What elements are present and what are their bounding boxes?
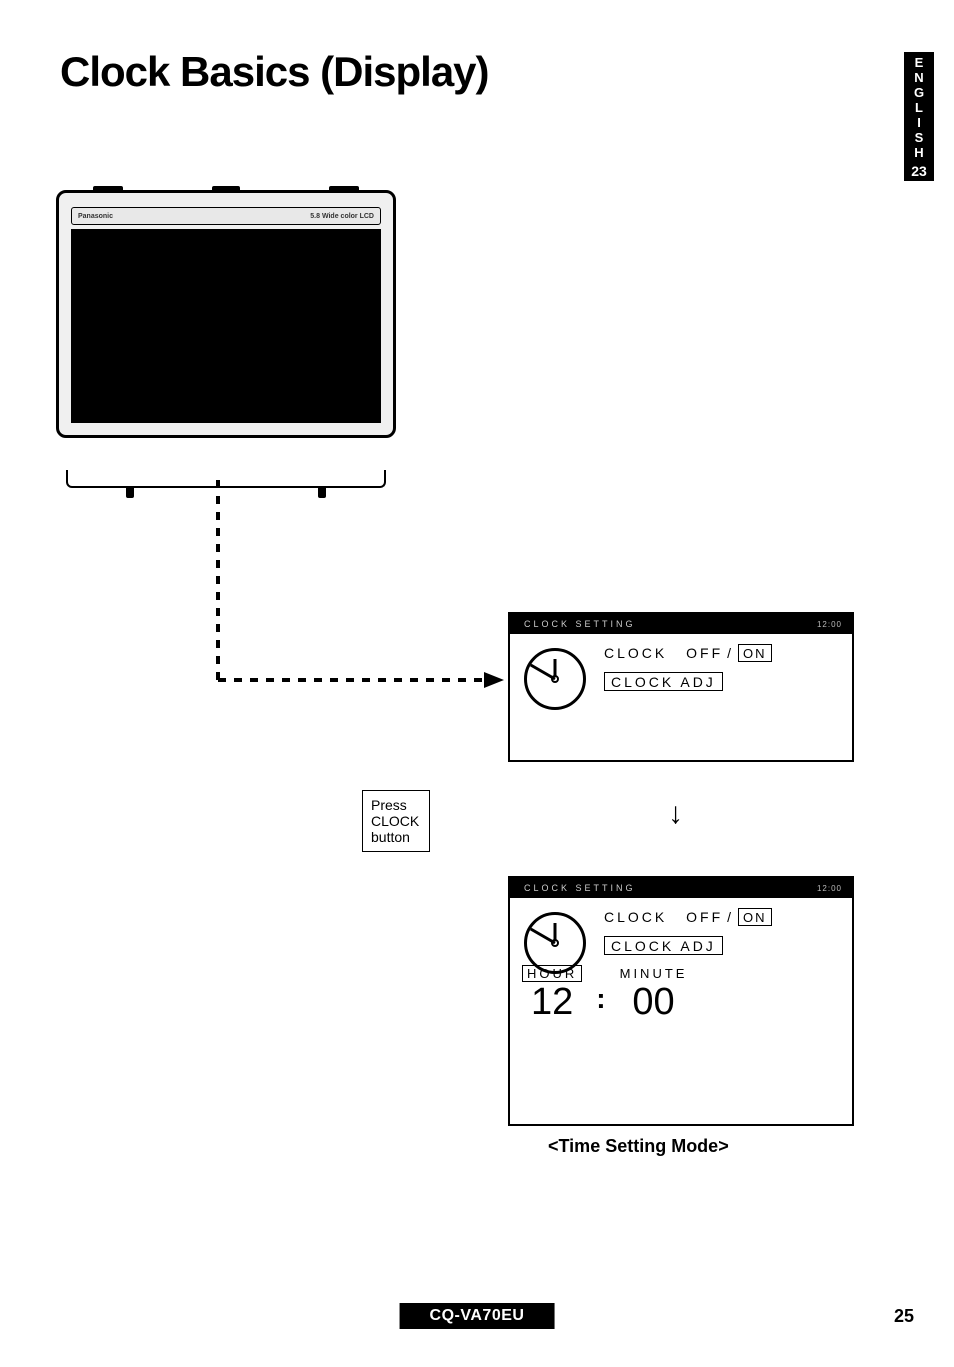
clock-on-button[interactable]: ON [738,644,772,662]
instruction-line: button [371,829,419,845]
device-illustration: Panasonic 5.8 Wide color LCD [56,190,396,470]
clock-icon [524,912,586,974]
lang-letter: G [904,86,934,101]
panel-header: CLOCK SETTING 12:00 [510,614,852,634]
model-badge: CQ-VA70EU [400,1303,555,1329]
slash-icon: / [727,909,734,925]
clock-setting-panel-2: CLOCK SETTING 12:00 CLOCK OFF / ON CLOCK… [508,876,854,1126]
minute-value: 00 [620,983,688,1021]
panel-header: CLOCK SETTING 12:00 [510,878,852,898]
device-brand: Panasonic [78,213,113,220]
minute-label: MINUTE [620,966,688,981]
lang-letter: H [904,146,934,161]
instruction-line: CLOCK [371,813,419,829]
page-title: Clock Basics (Display) [60,48,489,96]
lang-letter: I [904,116,934,131]
clock-off-label: OFF [686,645,723,661]
clock-off-label: OFF [686,909,723,925]
clock-adj-button[interactable]: CLOCK ADJ [604,672,723,691]
clock-adj-button[interactable]: CLOCK ADJ [604,936,723,955]
clock-label: CLOCK [604,645,667,661]
clock-icon [524,648,586,710]
lang-letter: E [904,56,934,71]
down-arrow-icon: ↓ [668,797,683,831]
lang-letter: N [904,71,934,86]
clock-on-button[interactable]: ON [738,908,772,926]
panel-header-title: CLOCK SETTING [524,619,636,629]
lang-letter: S [904,131,934,146]
lang-letter: L [904,101,934,116]
time-colon: : [596,983,605,1015]
clock-setting-panel-1: CLOCK SETTING 12:00 CLOCK OFF / ON CLOCK… [508,612,854,762]
device-label: 5.8 Wide color LCD [310,213,374,220]
page-number: 25 [894,1306,914,1327]
connector-arrow [214,480,514,700]
figure-caption: <Time Setting Mode> [548,1136,729,1157]
language-tab: E N G L I S H 23 [904,52,934,181]
device-screen [71,229,381,423]
slash-icon: / [727,645,734,661]
panel-header-time: 12:00 [817,620,842,629]
clock-label: CLOCK [604,909,667,925]
instruction-line: Press [371,797,419,813]
instruction-box: Press CLOCK button [362,790,430,852]
panel-header-time: 12:00 [817,884,842,893]
lang-number: 23 [904,163,934,179]
hour-value: 12 [522,983,582,1021]
panel-header-title: CLOCK SETTING [524,883,636,893]
